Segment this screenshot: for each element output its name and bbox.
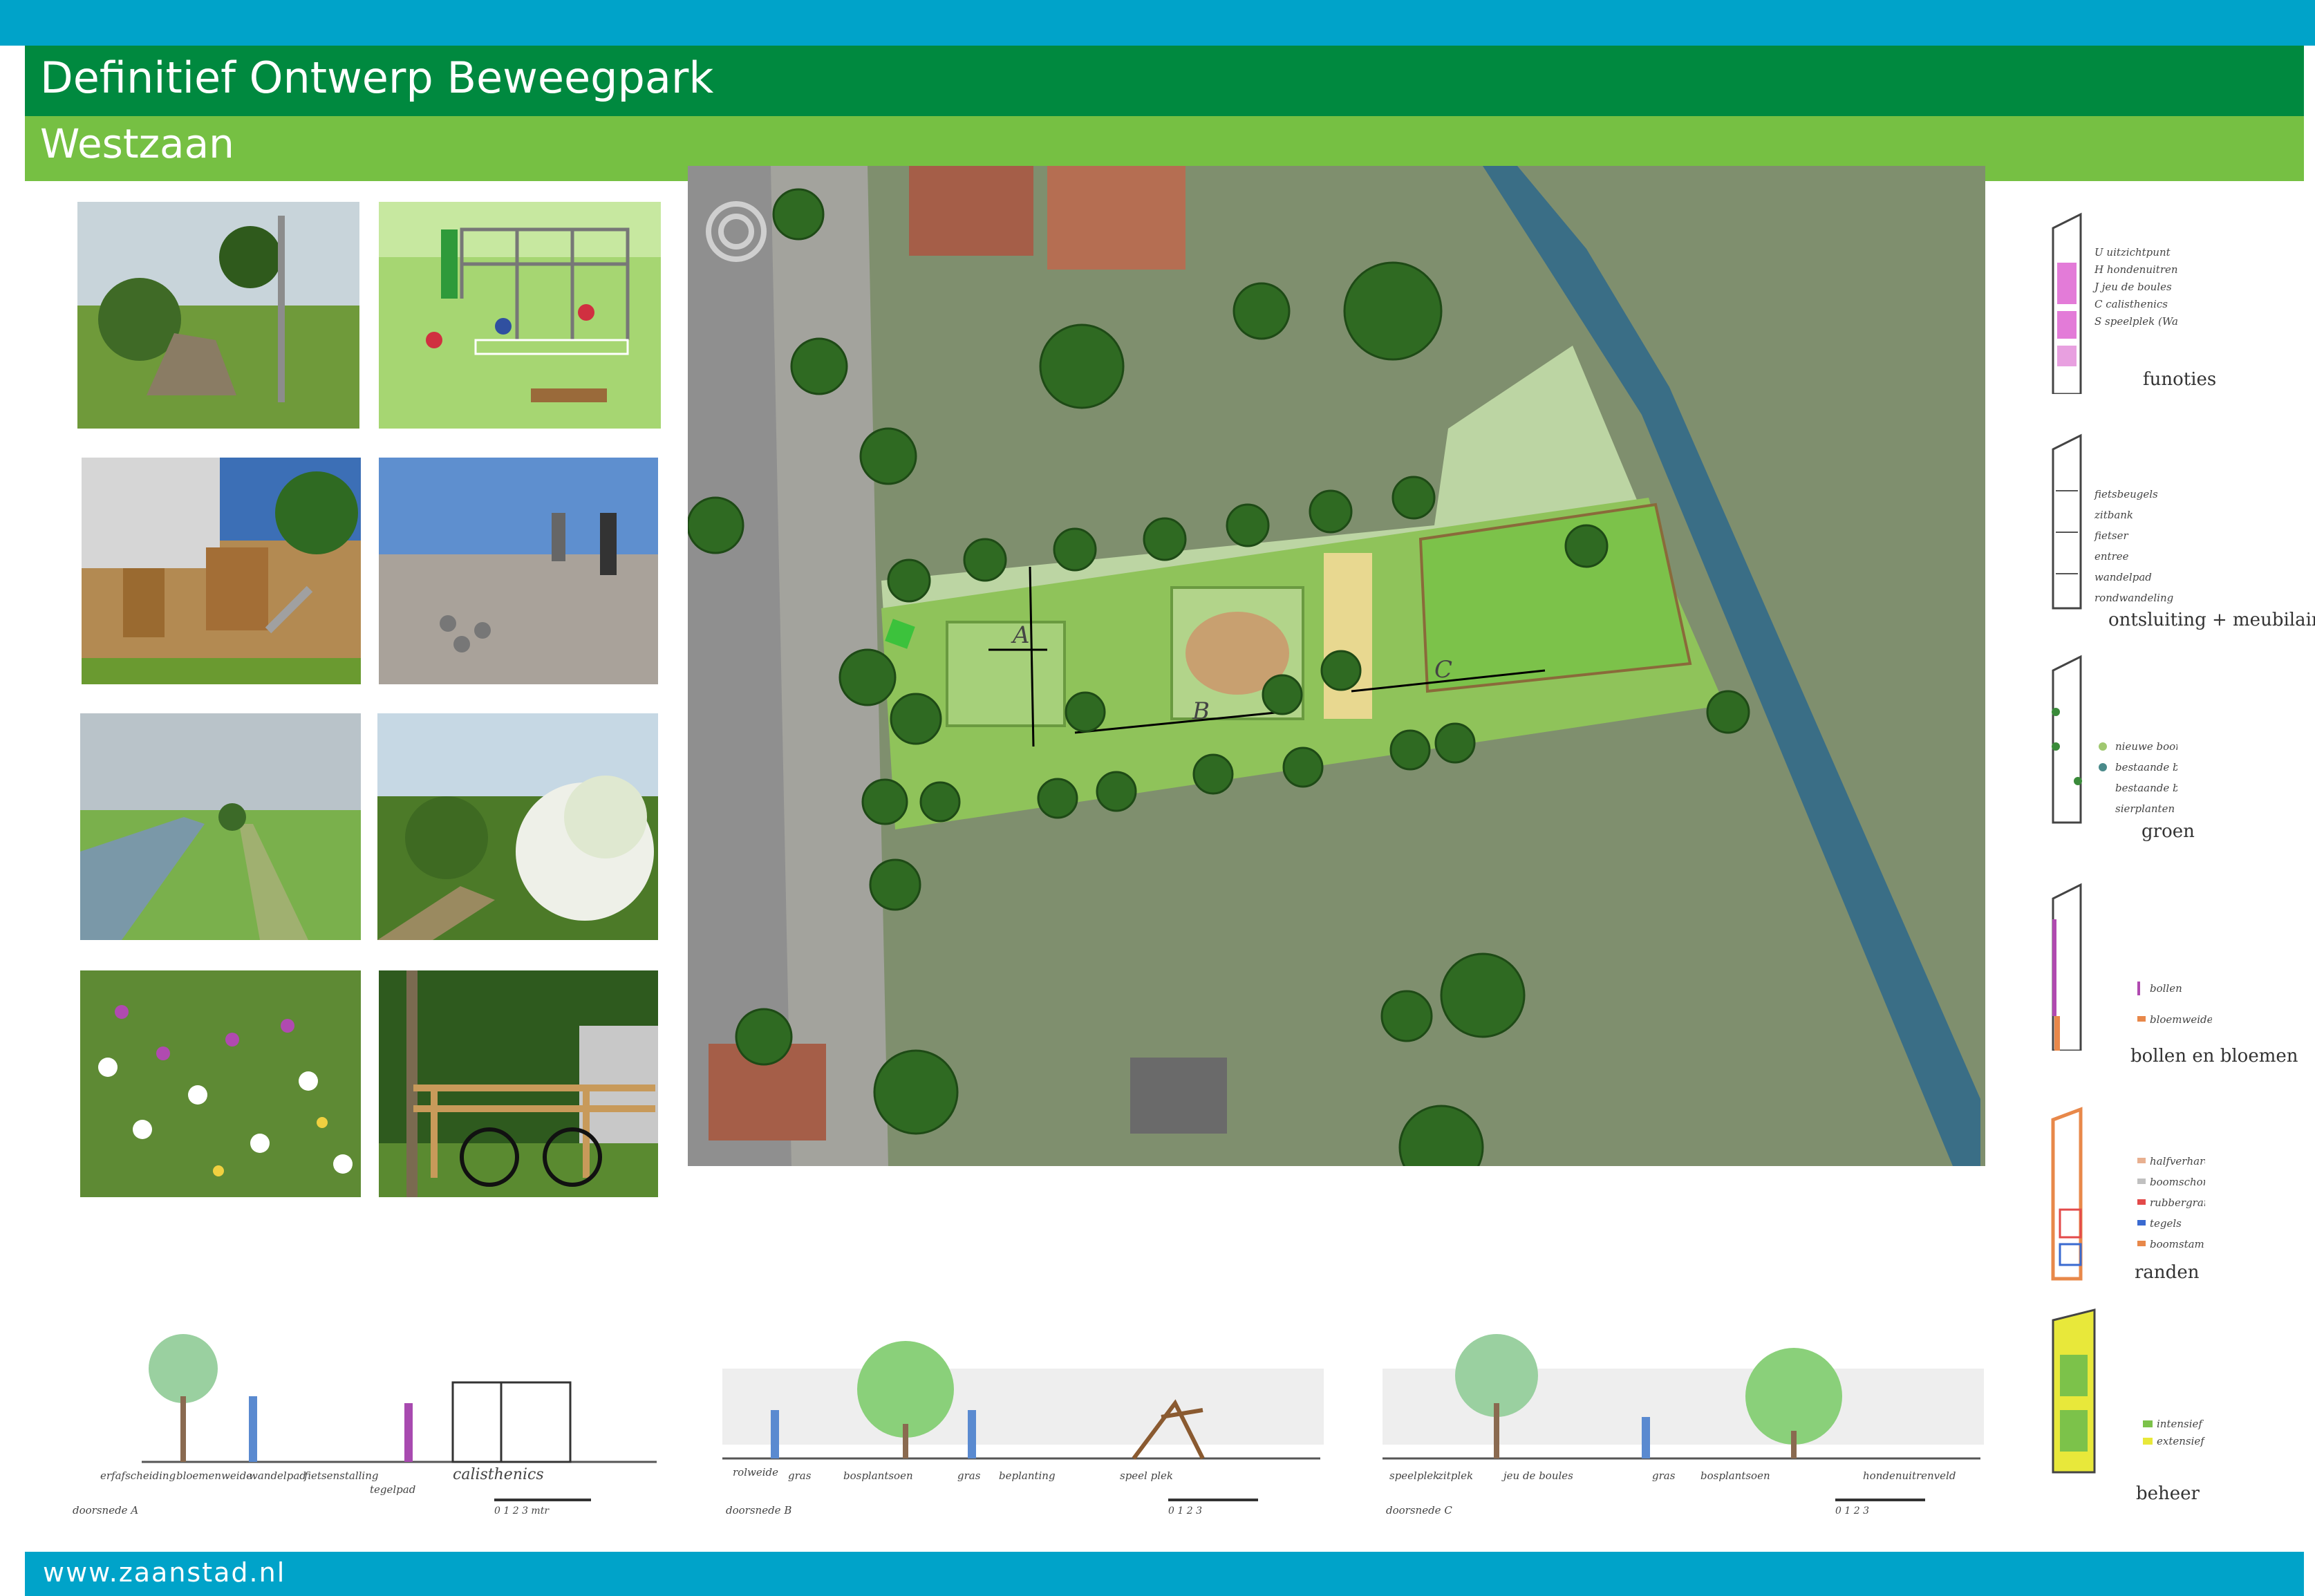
section-a-scale: 0 1 2 3 mtr [494,1505,550,1517]
legend-item: J jeu de boules [2092,281,2172,293]
legend-item: bestaande boom [2115,761,2177,773]
legend-item: U uitzichtpunt [2094,246,2171,259]
legend-caption-bollen-bloemen: bollen en bloemen [2130,1046,2298,1067]
footer-band: www.zaanstad.nl [25,1552,2304,1596]
section-a-label: tegelpad [370,1483,415,1496]
legend-groen: nieuwe boom bestaande boom bestaande bep… [2039,643,2229,829]
legend-funoties: U uitzichtpunt H hondenuitrenveld J jeu … [2039,200,2200,395]
photo-wooden-playground [82,458,361,684]
legend-item: rubbergranulaat [2150,1196,2205,1209]
page-title: Definitief Ontwerp Beweegpark [40,53,714,103]
legend-item: extensief gras [2157,1435,2205,1447]
section-c-label: bosplantsoen [1700,1470,1770,1482]
legend-item: C calisthenics [2094,298,2168,310]
legend-randen: halfverharding wandelpad boomschors rubb… [2039,1106,2289,1286]
section-b-label: speel plek [1120,1470,1173,1482]
legend-item: fietsbeugels [2094,488,2158,500]
legend-item: boomstammen [2150,1238,2205,1250]
legend-caption-funoties: funoties [2143,369,2217,390]
section-b-label: gras [957,1470,981,1482]
legend-item: halfverharding wandelpad [2150,1155,2205,1167]
section-c-label: hondenuitrenveld [1863,1470,1956,1482]
section-c-label: jeu de boules [1501,1470,1573,1482]
legend-item: sierplanten [2115,802,2175,815]
photo-bike-rack [379,970,658,1197]
legend-ontsluiting: fietsbeugels zitbank fietser entree wand… [2039,422,2177,615]
legend-caption-randen: randen [2135,1262,2200,1283]
photo-sculpture-meadow [77,202,359,429]
section-b-label: gras [788,1470,812,1482]
legend-bollen-bloemen: bollen bloemweide [2039,878,2213,1052]
photo-ditch-path [80,713,361,940]
section-b-label: beplanting [999,1470,1056,1482]
section-c-label: zitplek [1437,1470,1473,1482]
section-label-c: C [1434,656,1452,684]
cross-section-c: speelplek zitplek jeu de boules gras bos… [1379,1258,1987,1521]
legend-item: bestaande beplanting [2115,782,2177,794]
section-label-a: A [1011,621,1030,649]
section-a-label: calisthenics [453,1466,544,1483]
legend-item: entree [2094,550,2129,563]
section-b-scale: 0 1 2 3 [1168,1505,1202,1517]
site-plan-map: A B C [686,166,1985,1190]
legend-item: boomschors [2150,1176,2205,1188]
page-subtitle: Westzaan [40,120,234,167]
section-c-label: gras [1652,1470,1676,1482]
footer-url[interactable]: www.zaanstad.nl [43,1557,285,1588]
legend-item: S speelplek (Wagle) [2094,315,2177,328]
section-c-label: speelplek [1389,1470,1439,1482]
legend-caption-ontsluiting: ontsluiting + meubilair [2108,610,2315,630]
cross-section-b: rolweide gras bosplantsoen gras beplanti… [719,1258,1327,1521]
section-a-label: wandelpad [249,1470,306,1482]
photo-flower-meadow [80,970,361,1197]
section-b-caption: doorsnede B [726,1504,791,1517]
section-a-label: fietsenstalling [303,1470,378,1482]
legend-item: bloemweide [2150,1013,2212,1026]
cross-section-a: erfafscheiding bloemenweide wandelpad fi… [66,1244,660,1521]
legend-item: nieuwe boom [2115,740,2177,753]
section-a-caption: doorsnede A [73,1504,138,1517]
photo-hawthorn-bushes [377,713,658,940]
legend-item: zitbank [2094,509,2133,521]
legend-item: H hondenuitrenveld [2094,263,2177,276]
legend-item: fietser [2094,529,2128,542]
section-a-label: bloemenweide [176,1470,252,1482]
title-band: Definitief Ontwerp Beweegpark [25,46,2304,116]
legend-item: wandelpad [2094,571,2152,583]
section-a-label: erfafscheiding [100,1470,176,1482]
section-label-b: B [1192,697,1210,725]
legend-item: rondwandeling [2094,592,2173,604]
top-color-band [0,0,2315,46]
section-c-caption: doorsnede C [1386,1504,1452,1517]
photo-jeu-de-boules [379,458,658,684]
section-c-scale: 0 1 2 3 [1835,1505,1869,1517]
legend-item: intensief gras [2157,1418,2205,1430]
legend-beheer: intensief gras extensief gras [2039,1306,2231,1486]
legend-caption-beheer: beheer [2136,1483,2200,1504]
photo-calisthenics-render [379,202,661,429]
legend-caption-groen: groen [2141,821,2195,842]
legend-item: tegels [2150,1217,2182,1230]
section-b-label: rolweide [733,1466,778,1478]
legend-item: bollen [2150,982,2182,995]
section-b-label: bosplantsoen [843,1470,913,1482]
